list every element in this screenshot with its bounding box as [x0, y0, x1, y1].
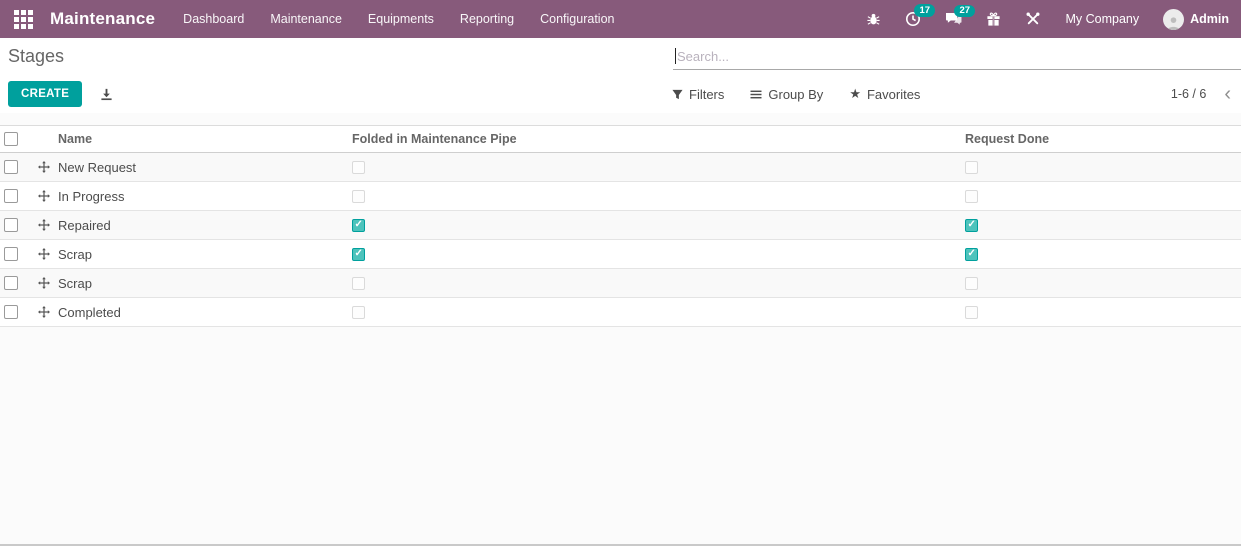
top-navbar: Maintenance Dashboard Maintenance Equipm…: [0, 0, 1241, 38]
pager-previous-chevron[interactable]: ‹: [1222, 84, 1233, 104]
table-row[interactable]: Completed: [0, 298, 1241, 327]
menu-reporting[interactable]: Reporting: [460, 12, 514, 26]
activity-count-badge: 17: [914, 4, 936, 17]
drag-handle-icon[interactable]: [38, 161, 50, 173]
drag-handle-icon[interactable]: [38, 277, 50, 289]
menu-dashboard[interactable]: Dashboard: [183, 12, 244, 26]
create-button[interactable]: CREATE: [8, 81, 83, 107]
row-select-checkbox[interactable]: [4, 218, 18, 232]
row-select-checkbox[interactable]: [4, 305, 18, 319]
table-row[interactable]: New Request: [0, 153, 1241, 182]
filter-funnel-icon: [672, 89, 683, 99]
stage-name: In Progress: [58, 188, 125, 204]
row-select-checkbox[interactable]: [4, 276, 18, 290]
pager: 1-6 / 6 ‹: [1171, 84, 1233, 104]
column-header-folded[interactable]: Folded in Maintenance Pipe: [345, 132, 958, 146]
company-switcher[interactable]: My Company: [1065, 12, 1139, 26]
table-row[interactable]: Scrap: [0, 269, 1241, 298]
stage-name: Scrap: [58, 275, 92, 291]
column-header-name[interactable]: Name: [58, 132, 345, 146]
export-download-icon[interactable]: [100, 88, 113, 101]
stages-list-view: Name Folded in Maintenance Pipe Request …: [0, 125, 1241, 327]
stage-name: Scrap: [58, 246, 92, 262]
request-done-checkbox[interactable]: [965, 218, 978, 232]
pager-range: 1-6 / 6: [1170, 87, 1207, 101]
favorites-label: Favorites: [866, 86, 921, 102]
stage-name: Repaired: [58, 217, 111, 233]
stage-name: Completed: [58, 304, 121, 320]
app-brand[interactable]: Maintenance: [50, 9, 155, 29]
folded-checkbox[interactable]: [352, 247, 365, 261]
gift-icon[interactable]: [986, 12, 1001, 27]
request-done-checkbox[interactable]: [965, 189, 978, 203]
favorites-button[interactable]: ★ Favorites: [849, 86, 920, 102]
group-by-lines-icon: [750, 90, 762, 98]
request-done-checkbox[interactable]: [965, 305, 978, 319]
messages-chat-icon[interactable]: 27: [945, 4, 976, 27]
menu-maintenance[interactable]: Maintenance: [270, 12, 342, 26]
request-done-checkbox[interactable]: [965, 160, 978, 174]
folded-checkbox[interactable]: [352, 218, 365, 232]
control-panel: Stages CREATE Filters Group By: [0, 38, 1241, 113]
activities-clock-icon[interactable]: 17: [905, 4, 936, 27]
page-title: Stages: [8, 46, 65, 66]
tools-icon[interactable]: [1025, 11, 1041, 27]
drag-handle-icon[interactable]: [38, 248, 50, 260]
request-done-checkbox[interactable]: [965, 247, 978, 261]
user-menu[interactable]: Admin: [1163, 8, 1229, 30]
group-by-label: Group By: [768, 86, 824, 102]
table-row[interactable]: Scrap: [0, 240, 1241, 269]
group-by-button[interactable]: Group By: [750, 87, 823, 102]
menu-configuration[interactable]: Configuration: [540, 12, 614, 26]
folded-checkbox[interactable]: [352, 305, 365, 319]
column-header-request-done[interactable]: Request Done: [958, 132, 1241, 146]
select-all-checkbox[interactable]: [4, 132, 18, 146]
search-bar: [673, 44, 1241, 70]
folded-checkbox[interactable]: [352, 276, 365, 290]
apps-menu-icon[interactable]: [10, 6, 36, 32]
table-row[interactable]: In Progress: [0, 182, 1241, 211]
drag-handle-icon[interactable]: [38, 306, 50, 318]
bug-icon[interactable]: [866, 12, 881, 27]
menu-equipments[interactable]: Equipments: [368, 12, 434, 26]
search-input[interactable]: [676, 48, 1241, 64]
drag-handle-icon[interactable]: [38, 190, 50, 202]
row-select-checkbox[interactable]: [4, 189, 18, 203]
table-header-row: Name Folded in Maintenance Pipe Request …: [0, 126, 1241, 153]
stage-name: New Request: [58, 159, 137, 175]
row-select-checkbox[interactable]: [4, 247, 18, 261]
folded-checkbox[interactable]: [352, 160, 365, 174]
drag-handle-icon[interactable]: [38, 219, 50, 231]
filters-label: Filters: [689, 86, 725, 102]
row-select-checkbox[interactable]: [4, 160, 18, 174]
avatar: [1163, 8, 1185, 30]
message-count-badge: 27: [954, 4, 976, 17]
filters-button[interactable]: Filters: [672, 87, 724, 102]
table-row[interactable]: Repaired: [0, 211, 1241, 240]
folded-checkbox[interactable]: [352, 189, 365, 203]
request-done-checkbox[interactable]: [965, 276, 978, 290]
user-name: Admin: [1190, 12, 1229, 26]
main-menu: Dashboard Maintenance Equipments Reporti…: [183, 12, 614, 26]
star-icon: ★: [849, 86, 861, 101]
